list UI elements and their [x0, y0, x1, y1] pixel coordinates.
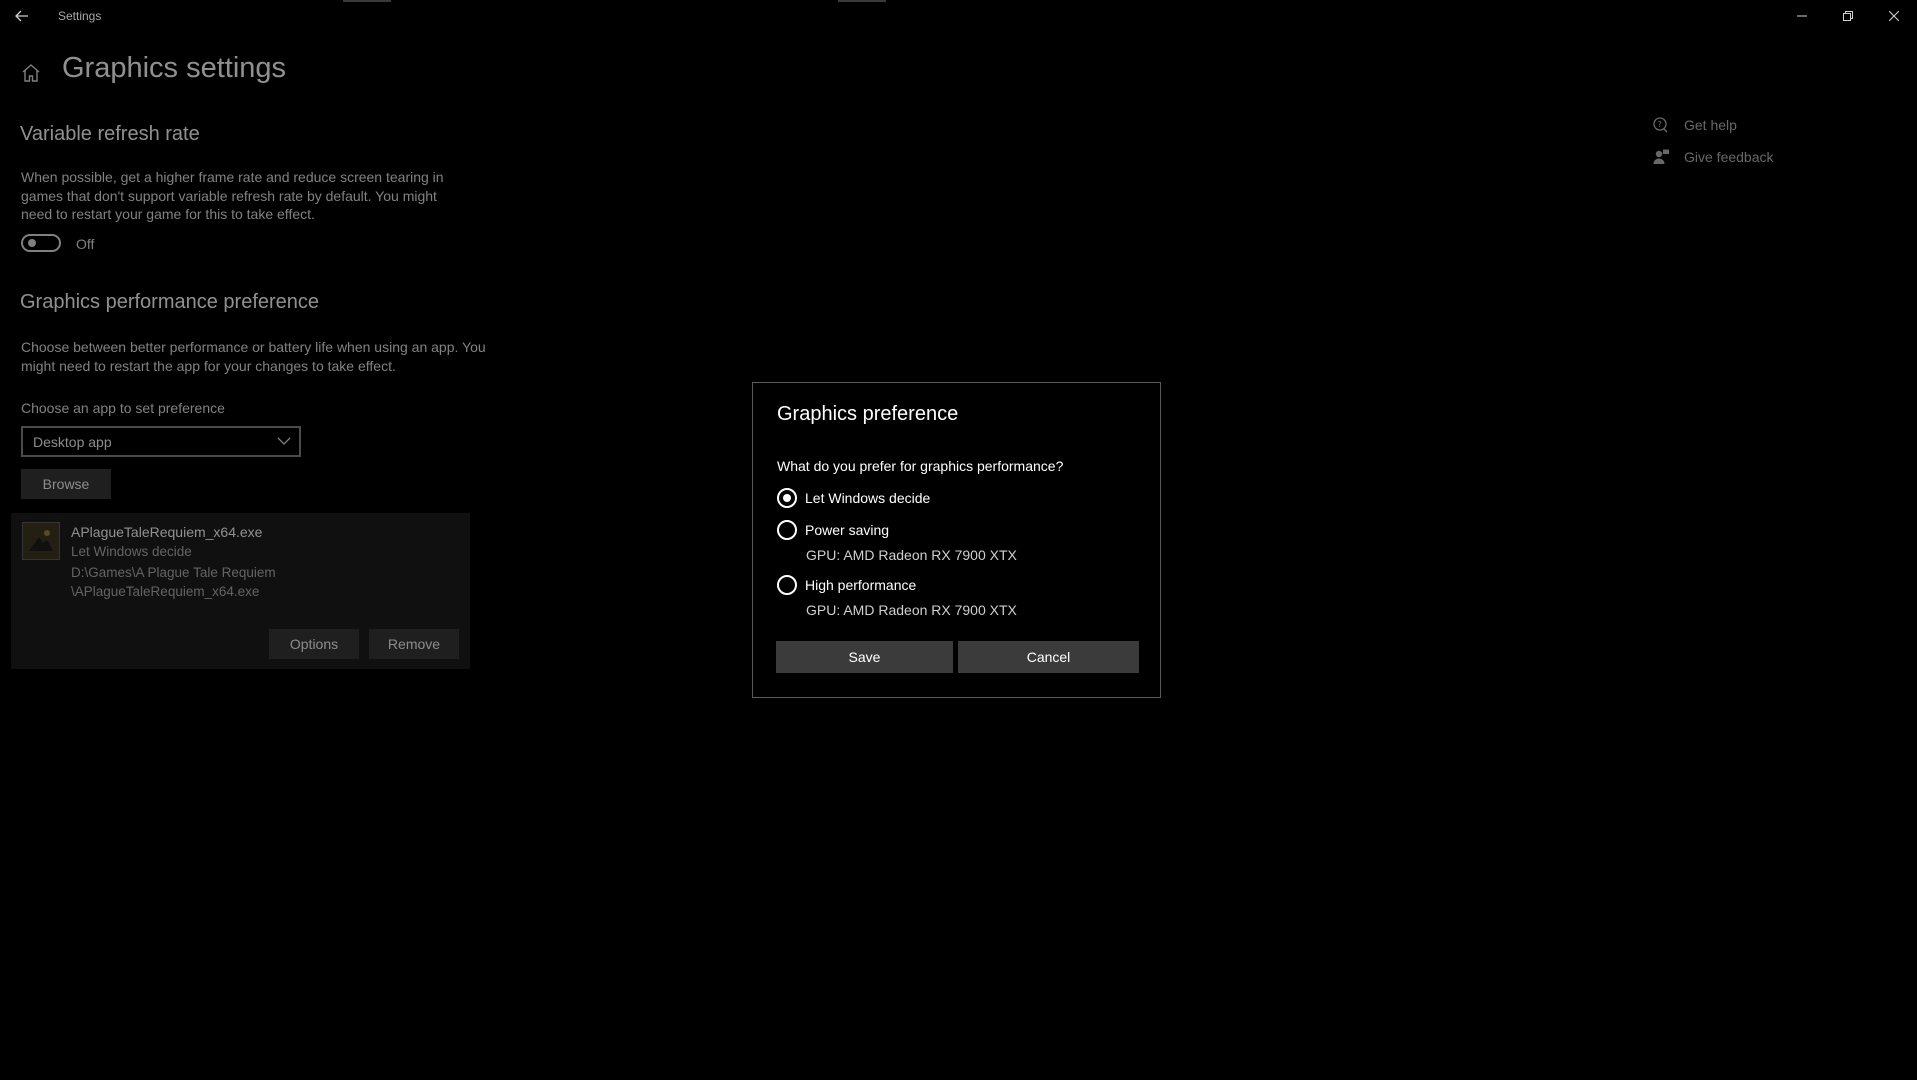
app-type-dropdown[interactable]: Desktop app	[21, 426, 301, 457]
options-button[interactable]: Options	[269, 629, 359, 659]
radio-label: Let Windows decide	[805, 490, 931, 506]
radio-let-windows-decide[interactable]: Let Windows decide	[777, 488, 930, 508]
home-icon[interactable]	[20, 62, 42, 84]
back-button[interactable]	[8, 4, 36, 28]
radio-label: Power saving	[805, 522, 890, 538]
graphics-preference-dialog: Graphics preference What do you prefer f…	[752, 382, 1161, 698]
app-path-line: D:\Games\A Plague Tale Requiem	[71, 565, 276, 580]
page-title: Graphics settings	[62, 52, 287, 84]
app-entry-card[interactable]: APlagueTaleRequiem_x64.exe Let Windows d…	[11, 513, 470, 669]
radio-checked-icon	[777, 488, 797, 508]
vrr-toggle-label: Off	[76, 236, 95, 252]
help-chat-icon: ?	[1653, 117, 1668, 133]
restore-button[interactable]	[1825, 0, 1871, 32]
app-path: D:\Games\A Plague Tale Requiem \APlagueT…	[71, 564, 276, 601]
dialog-title: Graphics preference	[777, 403, 959, 425]
vrr-heading: Variable refresh rate	[20, 123, 200, 145]
perf-description: Choose between better performance or bat…	[21, 339, 486, 374]
radio-unchecked-icon	[777, 575, 797, 595]
top-edge-mark	[343, 0, 391, 2]
restore-icon	[1843, 11, 1853, 21]
radio-power-saving[interactable]: Power saving	[777, 520, 889, 540]
give-feedback-link[interactable]: Give feedback	[1652, 148, 1774, 166]
window-title: Settings	[58, 9, 102, 23]
settings-window: Settings Graphics settings Variable refr…	[0, 0, 1917, 1080]
top-edge-mark	[838, 0, 886, 2]
app-name: APlagueTaleRequiem_x64.exe	[71, 524, 263, 540]
app-preference: Let Windows decide	[71, 544, 192, 559]
get-help-link[interactable]: ? Get help	[1652, 116, 1737, 134]
give-feedback-label: Give feedback	[1684, 149, 1774, 165]
back-arrow-icon	[15, 10, 28, 22]
power-saving-gpu: GPU: AMD Radeon RX 7900 XTX	[806, 547, 1017, 563]
radio-high-performance[interactable]: High performance	[777, 575, 916, 595]
save-button[interactable]: Save	[776, 641, 953, 673]
minimize-icon	[1797, 15, 1807, 17]
dropdown-value: Desktop app	[33, 434, 112, 450]
dialog-question: What do you prefer for graphics performa…	[777, 458, 1064, 474]
close-button[interactable]	[1871, 0, 1917, 32]
get-help-label: Get help	[1684, 117, 1737, 133]
close-icon	[1889, 11, 1899, 21]
vrr-description: When possible, get a higher frame rate a…	[21, 169, 444, 222]
browse-button[interactable]: Browse	[21, 469, 111, 499]
high-performance-gpu: GPU: AMD Radeon RX 7900 XTX	[806, 602, 1017, 618]
choose-app-label: Choose an app to set preference	[21, 400, 225, 416]
radio-unchecked-icon	[777, 520, 797, 540]
vrr-toggle[interactable]	[21, 234, 61, 252]
cancel-button[interactable]: Cancel	[958, 641, 1139, 673]
app-thumbnail	[22, 522, 60, 560]
toggle-knob	[28, 239, 36, 247]
minimize-button[interactable]	[1779, 0, 1825, 32]
svg-text:?: ?	[1658, 120, 1662, 129]
feedback-icon	[1653, 149, 1669, 164]
title-bar: Settings	[0, 0, 1917, 32]
perf-heading: Graphics performance preference	[20, 291, 320, 313]
game-icon	[29, 530, 53, 551]
app-path-line: \APlagueTaleRequiem_x64.exe	[71, 583, 260, 599]
radio-label: High performance	[805, 577, 917, 593]
remove-button[interactable]: Remove	[369, 629, 459, 659]
chevron-down-icon	[277, 437, 291, 445]
